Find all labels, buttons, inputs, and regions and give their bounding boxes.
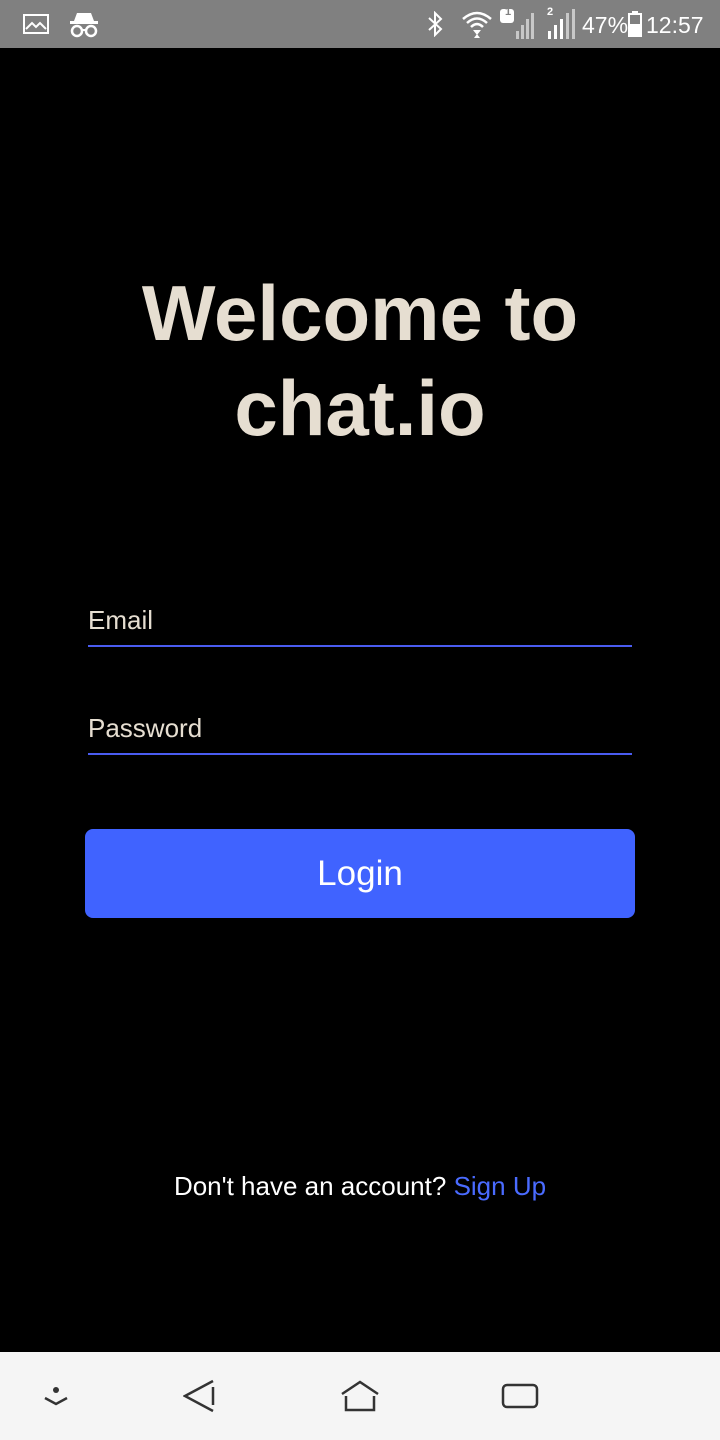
signup-row: Don't have an account? Sign Up bbox=[0, 1168, 720, 1204]
status-bar: 1 2 47% 12:57 bbox=[0, 0, 720, 48]
login-button-label: Login bbox=[317, 853, 403, 893]
welcome-title-line2: chat.io bbox=[234, 364, 486, 452]
wifi-icon bbox=[460, 0, 494, 48]
battery-icon bbox=[628, 0, 642, 48]
password-field-container bbox=[88, 703, 632, 755]
login-button[interactable]: Login bbox=[85, 829, 635, 918]
navigation-bar bbox=[0, 1352, 720, 1440]
welcome-title-line1: Welcome to bbox=[141, 269, 579, 357]
incognito-icon bbox=[68, 0, 100, 48]
password-field[interactable] bbox=[88, 703, 632, 753]
back-icon[interactable] bbox=[170, 1368, 230, 1424]
signup-link[interactable]: Sign Up bbox=[454, 1171, 547, 1201]
collapse-icon[interactable] bbox=[26, 1368, 86, 1424]
email-field[interactable] bbox=[88, 595, 632, 645]
sim2-label: 2 bbox=[547, 6, 554, 18]
image-icon bbox=[22, 0, 50, 48]
signup-prompt: Don't have an account? bbox=[173, 1171, 447, 1201]
recents-icon[interactable] bbox=[490, 1368, 550, 1424]
welcome-title: Welcome to chat.io bbox=[0, 266, 720, 456]
battery-percent: 47% bbox=[582, 12, 629, 38]
sim1-label: 1 bbox=[505, 6, 512, 18]
home-icon[interactable] bbox=[330, 1368, 390, 1424]
login-screen: 1 2 47% 12:57 Welcome to chat.io Email L… bbox=[0, 0, 720, 1440]
status-time: 12:57 bbox=[646, 12, 704, 38]
bluetooth-icon bbox=[424, 0, 446, 48]
signal-sim1-icon: 1 bbox=[498, 0, 534, 48]
email-field-container bbox=[88, 595, 632, 647]
signal-sim2-icon: 2 bbox=[544, 0, 578, 48]
